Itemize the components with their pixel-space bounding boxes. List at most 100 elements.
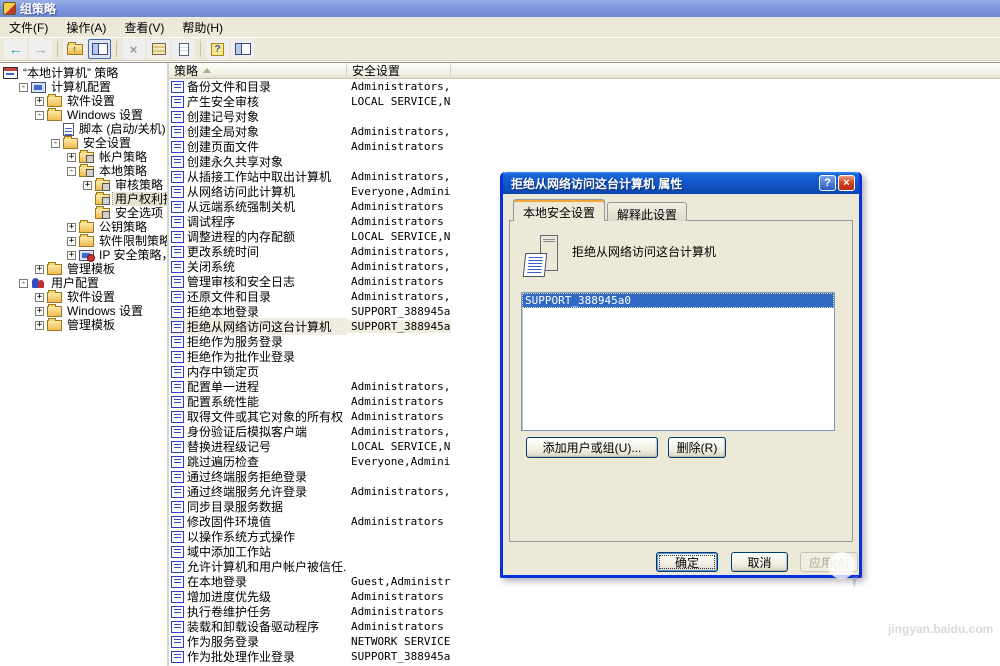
tree-item[interactable]: +公钥策略 bbox=[0, 220, 167, 234]
policy-icon bbox=[171, 606, 184, 618]
dialog-help-button[interactable]: ? bbox=[819, 175, 836, 191]
policy-icon bbox=[171, 561, 184, 573]
tree-item-label: 审核策略 bbox=[113, 178, 165, 192]
tree-item-label: 本地策略 bbox=[97, 164, 149, 178]
tree-item[interactable]: + IP 安全策略，在 bbox=[0, 248, 167, 262]
policy-icon bbox=[171, 186, 184, 198]
expander-icon[interactable]: - bbox=[19, 279, 28, 288]
lockfolder-icon bbox=[95, 180, 110, 191]
table-row[interactable]: 备份文件和目录Administrators,... bbox=[169, 79, 1000, 94]
ok-button[interactable]: 确定 bbox=[656, 552, 718, 572]
policy-icon bbox=[171, 516, 184, 528]
tree-item[interactable]: -Windows 设置 bbox=[0, 108, 167, 122]
expander-icon[interactable]: - bbox=[35, 111, 44, 120]
toolbar-button-back[interactable]: ← bbox=[4, 39, 27, 59]
expander-icon[interactable]: - bbox=[19, 83, 28, 92]
table-row[interactable]: 作为服务登录NETWORK SERVICE bbox=[169, 634, 1000, 649]
toolbar-button-forward[interactable]: → bbox=[29, 39, 52, 59]
toolbar-button-help[interactable]: ? bbox=[206, 39, 229, 59]
table-row[interactable]: 作为批处理作业登录SUPPORT_388945a... bbox=[169, 649, 1000, 664]
tree-item-label: 软件设置 bbox=[65, 94, 117, 108]
expander-icon[interactable]: + bbox=[67, 237, 76, 246]
policy-icon bbox=[171, 351, 184, 363]
toolbar-button-export-list[interactable] bbox=[172, 39, 195, 59]
tree-item[interactable]: + 帐户策略 bbox=[0, 150, 167, 164]
expander-icon[interactable]: + bbox=[35, 307, 44, 316]
expander-icon[interactable]: + bbox=[67, 153, 76, 162]
menu-item-file[interactable]: 文件(F) bbox=[0, 16, 57, 39]
column-header-security-setting[interactable]: 安全设置 bbox=[347, 63, 451, 79]
toolbar-button-delete[interactable]: × bbox=[122, 39, 145, 59]
tree-item[interactable]: -计算机配置 bbox=[0, 80, 167, 94]
expander-icon[interactable]: + bbox=[35, 321, 44, 330]
expander-icon[interactable]: + bbox=[67, 251, 76, 260]
toolbar-button-up-folder[interactable]: ↑ bbox=[63, 39, 86, 59]
cancel-button[interactable]: 取消 bbox=[731, 552, 788, 572]
console-tree-panel[interactable]: “本地计算机” 策略-计算机配置 + 软件设置-Windows 设置脚本 (启动/关… bbox=[0, 63, 169, 666]
tree-item[interactable]: 安全选项 bbox=[0, 206, 167, 220]
expander-icon[interactable]: - bbox=[51, 139, 60, 148]
listbox-item[interactable]: SUPPORT_388945a0 bbox=[522, 293, 834, 308]
tree-item-label: “本地计算机” 策略 bbox=[21, 66, 120, 80]
dialog-title: 拒绝从网络访问这台计算机 属性 bbox=[511, 175, 817, 192]
policy-icon bbox=[171, 591, 184, 603]
tree-item[interactable]: +Windows 设置 bbox=[0, 304, 167, 318]
add-user-or-group-button[interactable]: 添加用户或组(U)... bbox=[526, 437, 658, 458]
expander-icon[interactable]: + bbox=[35, 97, 44, 106]
tree-item[interactable]: + 软件设置 bbox=[0, 94, 167, 108]
user-group-listbox[interactable]: SUPPORT_388945a0 bbox=[521, 292, 835, 431]
security-setting-value: Administrators,... bbox=[347, 290, 451, 303]
table-row[interactable]: 增加进度优先级Administrators bbox=[169, 589, 1000, 604]
security-setting-value: Administrators bbox=[347, 410, 451, 423]
expander-icon[interactable]: + bbox=[35, 293, 44, 302]
table-row[interactable]: 创建记号对象 bbox=[169, 109, 1000, 124]
tree-item[interactable]: -用户配置 bbox=[0, 276, 167, 290]
tree-item-label: 用户权利指派 bbox=[113, 192, 167, 206]
folder-icon bbox=[47, 306, 62, 317]
folder-icon bbox=[47, 110, 62, 121]
tree-item[interactable]: 脚本 (启动/关机) bbox=[0, 122, 167, 136]
tree-item-label: IP 安全策略，在 bbox=[97, 248, 167, 262]
toolbar-separator bbox=[57, 41, 58, 57]
table-row[interactable]: 装载和卸载设备驱动程序Administrators bbox=[169, 619, 1000, 634]
tree-item[interactable]: -安全设置 bbox=[0, 136, 167, 150]
tree-item-label: 管理模板 bbox=[65, 318, 117, 332]
menu-item-action[interactable]: 操作(A) bbox=[57, 16, 115, 39]
policy-icon bbox=[171, 636, 184, 648]
remove-button[interactable]: 删除(R) bbox=[668, 437, 726, 458]
back-icon: ← bbox=[9, 42, 23, 56]
tree-item[interactable]: +管理模板 bbox=[0, 262, 167, 276]
tree-item[interactable]: - 本地策略 bbox=[0, 164, 167, 178]
tab-local-security-setting[interactable]: 本地安全设置 bbox=[513, 199, 605, 221]
dialog-close-button[interactable]: × bbox=[838, 175, 855, 191]
tree-item-label: 帐户策略 bbox=[97, 150, 149, 164]
tree-item[interactable]: +软件设置 bbox=[0, 290, 167, 304]
column-header-filler bbox=[451, 63, 1000, 79]
toolbar-button-properties[interactable] bbox=[147, 39, 170, 59]
tree-item[interactable]: + 管理模板 bbox=[0, 318, 167, 332]
column-header-policy[interactable]: 策略 bbox=[169, 63, 347, 79]
table-row[interactable]: 产生安全审核LOCAL SERVICE,N... bbox=[169, 94, 1000, 109]
tree-item[interactable]: + 审核策略 bbox=[0, 178, 167, 192]
lockfolder-icon bbox=[79, 166, 94, 177]
tree-item[interactable]: “本地计算机” 策略 bbox=[0, 66, 167, 80]
table-row[interactable]: 创建全局对象Administrators,... bbox=[169, 124, 1000, 139]
expander-icon[interactable]: - bbox=[67, 167, 76, 176]
table-row[interactable]: 创建页面文件Administrators bbox=[169, 139, 1000, 154]
table-row[interactable]: 创建永久共享对象 bbox=[169, 154, 1000, 169]
expander-icon[interactable]: + bbox=[67, 223, 76, 232]
lockfolder-icon bbox=[95, 194, 110, 205]
mouse-cursor bbox=[852, 575, 865, 588]
toolbar-button-new-window[interactable] bbox=[231, 39, 254, 59]
tree-item[interactable]: 用户权利指派 bbox=[0, 192, 167, 206]
tree-item[interactable]: +软件限制策略 bbox=[0, 234, 167, 248]
expander-icon[interactable]: + bbox=[35, 265, 44, 274]
toolbar-button-show-console-tree[interactable] bbox=[88, 39, 111, 59]
tab-explain-setting[interactable]: 解释此设置 bbox=[607, 202, 687, 221]
folder-icon bbox=[63, 138, 78, 149]
menu-item-view[interactable]: 查看(V) bbox=[115, 16, 173, 39]
expander-icon[interactable]: + bbox=[83, 181, 92, 190]
menu-item-help[interactable]: 帮助(H) bbox=[173, 16, 232, 39]
table-row[interactable]: 执行卷维护任务Administrators bbox=[169, 604, 1000, 619]
policy-icon bbox=[171, 81, 184, 93]
